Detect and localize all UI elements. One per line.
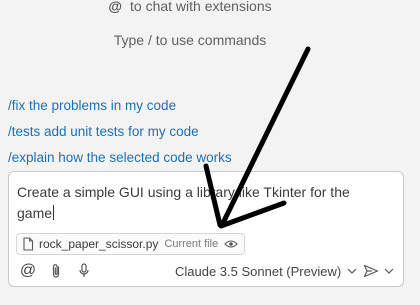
chat-input-line-1: Create a simple GUI using a li bbox=[17, 184, 203, 200]
attached-file-name: rock_paper_scissor.py bbox=[39, 237, 159, 251]
at-symbol: @ bbox=[108, 0, 122, 14]
model-selector[interactable]: Claude 3.5 Sonnet (Preview) bbox=[175, 261, 357, 281]
chat-input-line-1-end: Tkinter for the bbox=[259, 184, 350, 200]
chat-input-box[interactable]: Create a simple GUI using a library like… bbox=[8, 171, 404, 287]
attached-file-chip[interactable]: rock_paper_scissor.py Current file bbox=[16, 233, 246, 255]
chevron-down-icon bbox=[347, 268, 357, 274]
extensions-hint: @ to chat with extensions bbox=[0, 0, 380, 14]
chat-input-line-2: game bbox=[17, 205, 53, 221]
send-options-chevron-icon[interactable] bbox=[383, 261, 395, 281]
chat-input-text[interactable]: Create a simple GUI using a library like… bbox=[17, 182, 387, 224]
file-icon bbox=[22, 237, 34, 251]
mention-button[interactable]: @ bbox=[19, 261, 37, 281]
commands-hint: Type / to use commands bbox=[113, 32, 267, 48]
current-file-tag: Current file bbox=[164, 238, 219, 250]
suggestion-fix[interactable]: /fix the problems in my code bbox=[8, 98, 176, 113]
suggestion-explain[interactable]: /explain how the selected code works bbox=[8, 150, 232, 165]
suggestion-tests[interactable]: /tests add unit tests for my code bbox=[8, 124, 199, 139]
text-caret bbox=[53, 205, 55, 220]
copilot-chat-panel: @ to chat with extensions Type / to use c… bbox=[0, 0, 420, 305]
chat-toolbar: @ Claude 3.5 Sonnet (Preview) bbox=[9, 259, 405, 283]
send-icon[interactable] bbox=[361, 261, 381, 281]
chat-input-hidden-text: brary like bbox=[202, 184, 260, 200]
microphone-icon[interactable] bbox=[75, 261, 93, 281]
extensions-hint-text: to chat with extensions bbox=[130, 0, 272, 14]
paperclip-icon[interactable] bbox=[47, 261, 65, 281]
model-label: Claude 3.5 Sonnet (Preview) bbox=[175, 263, 342, 279]
eye-icon[interactable] bbox=[224, 239, 238, 249]
